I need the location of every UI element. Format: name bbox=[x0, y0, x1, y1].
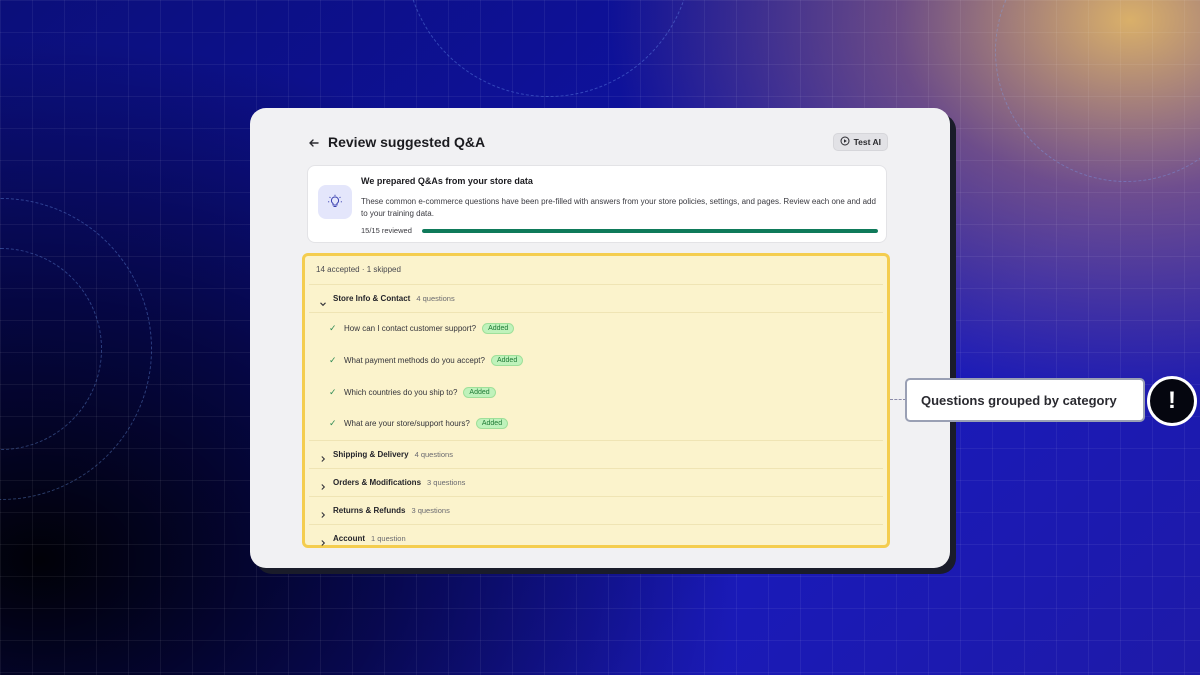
chevron-right-icon bbox=[319, 534, 327, 547]
chevron-right-icon bbox=[319, 450, 327, 463]
callout-text: Questions grouped by category bbox=[921, 392, 1117, 408]
question-row[interactable]: ✓ How can I contact customer support? Ad… bbox=[309, 313, 883, 345]
question-text: What are your store/support hours? bbox=[344, 419, 470, 429]
checkmark-icon: ✓ bbox=[329, 386, 337, 397]
progress-fill bbox=[422, 229, 878, 233]
chevron-right-icon bbox=[319, 506, 327, 519]
info-title: We prepared Q&As from your store data bbox=[361, 176, 533, 186]
title-wrap: Review suggested Q&A bbox=[308, 134, 485, 150]
review-card: Review suggested Q&A Test AI We prepared… bbox=[250, 108, 950, 568]
added-badge: Added bbox=[490, 355, 524, 367]
category-row-returns[interactable]: Returns & Refunds 3 questions bbox=[309, 497, 883, 525]
progress-label: 15/15 reviewed bbox=[361, 226, 412, 235]
added-badge: Added bbox=[475, 418, 509, 430]
category-name: Orders & Modifications bbox=[333, 477, 422, 487]
category-count: 3 questions bbox=[411, 505, 450, 515]
category-count: 3 questions bbox=[427, 477, 466, 487]
question-row[interactable]: ✓ What payment methods do you accept? Ad… bbox=[309, 345, 883, 377]
qa-category-panel: 14 accepted · 1 skipped Store Info & Con… bbox=[302, 253, 890, 548]
callout-connector bbox=[890, 399, 906, 400]
chevron-down-icon bbox=[319, 295, 327, 306]
category-count: 1 question bbox=[371, 533, 406, 543]
checkmark-icon: ✓ bbox=[329, 355, 337, 366]
exclamation-symbol: ! bbox=[1168, 387, 1176, 414]
category-count: 4 questions bbox=[416, 294, 455, 303]
page-title: Review suggested Q&A bbox=[328, 134, 486, 150]
category-count: 4 questions bbox=[414, 449, 453, 459]
category-name: Shipping & Delivery bbox=[333, 449, 409, 459]
callout-tooltip: Questions grouped by category bbox=[905, 378, 1145, 422]
category-name: Returns & Refunds bbox=[333, 505, 406, 515]
review-summary: 14 accepted · 1 skipped bbox=[309, 256, 883, 285]
question-row[interactable]: ✓ What are your store/support hours? Add… bbox=[309, 408, 883, 440]
chevron-right-icon bbox=[319, 478, 327, 491]
info-description: These common e-commerce questions have b… bbox=[361, 197, 876, 218]
lightbulb-icon bbox=[318, 185, 352, 219]
back-arrow-icon[interactable] bbox=[308, 136, 320, 148]
category-row-shipping[interactable]: Shipping & Delivery 4 questions bbox=[309, 439, 883, 469]
background-stage: Review suggested Q&A Test AI We prepared… bbox=[0, 0, 1200, 675]
checkmark-icon: ✓ bbox=[329, 323, 337, 334]
question-text: Which countries do you ship to? bbox=[344, 387, 458, 397]
added-badge: Added bbox=[463, 386, 496, 398]
category-row-orders[interactable]: Orders & Modifications 3 questions bbox=[309, 469, 883, 497]
card-header: Review suggested Q&A Test AI bbox=[308, 132, 888, 152]
exclamation-icon: ! bbox=[1147, 376, 1197, 426]
question-text: What payment methods do you accept? bbox=[344, 356, 485, 366]
progress-bar bbox=[422, 229, 878, 233]
checkmark-icon: ✓ bbox=[329, 418, 337, 429]
play-circle-icon bbox=[840, 136, 850, 148]
test-ai-button[interactable]: Test AI bbox=[832, 133, 888, 151]
question-text: How can I contact customer support? bbox=[344, 324, 477, 334]
added-badge: Added bbox=[482, 323, 515, 335]
test-ai-label: Test AI bbox=[853, 137, 881, 147]
category-name: Account bbox=[333, 533, 365, 543]
category-row-account[interactable]: Account 1 question bbox=[309, 525, 883, 552]
category-row-store-info[interactable]: Store Info & Contact 4 questions bbox=[309, 285, 883, 313]
info-banner: We prepared Q&As from your store data Th… bbox=[307, 165, 887, 243]
question-row[interactable]: ✓ Which countries do you ship to? Added bbox=[309, 376, 883, 408]
category-name: Store Info & Contact bbox=[333, 294, 411, 303]
